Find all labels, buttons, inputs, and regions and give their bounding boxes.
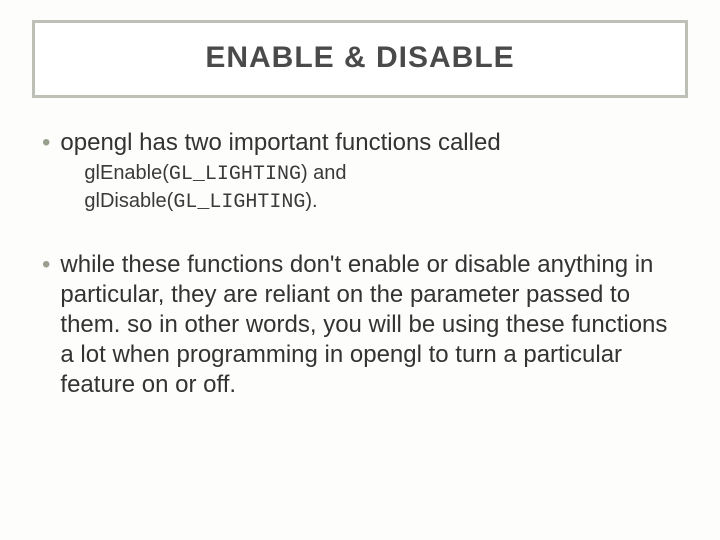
bullet-2-text: while these functions don't enable or di… — [60, 250, 678, 400]
bullet-1: • opengl has two important functions cal… — [42, 128, 678, 216]
title-box: ENABLE & DISABLE — [32, 20, 688, 98]
slide: ENABLE & DISABLE • opengl has two import… — [0, 0, 720, 540]
bullet-1-line1: opengl has two important functions calle… — [60, 128, 678, 158]
bullet-2: • while these functions don't enable or … — [42, 250, 678, 400]
slide-body: • opengl has two important functions cal… — [42, 128, 678, 434]
bullet-1-sub: glEnable(GL_LIGHTING) and glDisable(GL_L… — [84, 160, 678, 216]
bullet-dot-icon: • — [42, 250, 50, 280]
slide-title: ENABLE & DISABLE — [45, 41, 675, 75]
bullet-dot-icon: • — [42, 128, 50, 158]
